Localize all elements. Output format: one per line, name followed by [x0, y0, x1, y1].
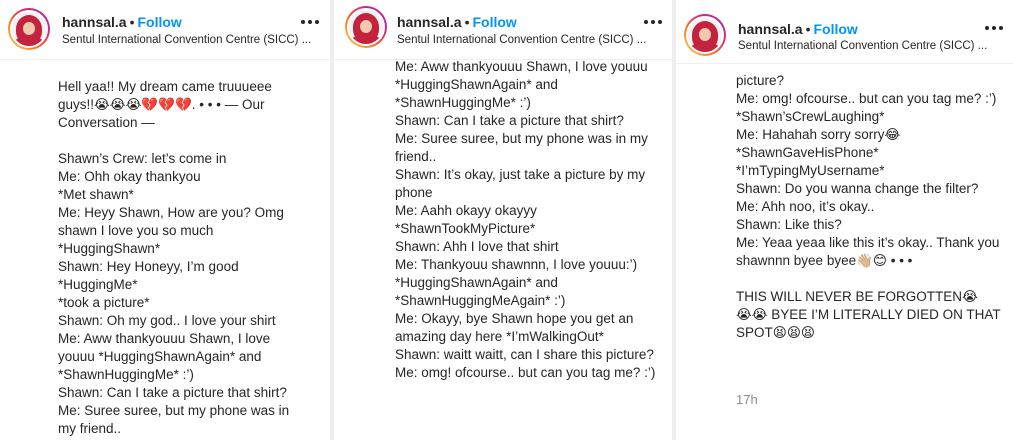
- post-panel-2: Me: Aww thankyouuu Shawn, I love youuu *…: [335, 0, 672, 440]
- user-row: hannsal.a • Follow: [738, 21, 858, 37]
- profile-avatar[interactable]: [684, 14, 726, 56]
- separator-dot: •: [464, 14, 470, 30]
- username-link[interactable]: hannsal.a: [62, 14, 127, 30]
- more-options-icon[interactable]: [985, 26, 1003, 32]
- separator-dot: •: [805, 21, 811, 37]
- follow-button[interactable]: Follow: [473, 14, 517, 30]
- separator-dot: •: [129, 14, 135, 30]
- more-options-icon[interactable]: [301, 20, 319, 26]
- post-header: hannsal.a • Follow Sentul International Co…: [335, 0, 672, 60]
- location-link[interactable]: Sentul International Convention Centre (…: [738, 40, 988, 52]
- post-header: hannsal.a • Follow Sentul International Co…: [0, 0, 329, 60]
- username-link[interactable]: hannsal.a: [397, 14, 462, 30]
- post-header: hannsal.a • Follow Sentul International Co…: [676, 0, 1013, 64]
- post-caption: Hell yaa!! My dream came truuueee guys!!…: [58, 79, 290, 436]
- more-options-icon[interactable]: [644, 20, 662, 26]
- header-divider: [335, 59, 672, 60]
- avatar-image: [10, 10, 48, 48]
- user-row: hannsal.a • Follow: [397, 14, 517, 30]
- location-link[interactable]: Sentul International Convention Centre (…: [62, 34, 312, 46]
- header-divider: [676, 63, 1013, 64]
- header-divider: [0, 59, 329, 60]
- user-row: hannsal.a • Follow: [62, 14, 182, 30]
- avatar-image: [347, 8, 385, 46]
- profile-avatar[interactable]: [345, 6, 387, 48]
- follow-button[interactable]: Follow: [814, 21, 858, 37]
- location-link[interactable]: Sentul International Convention Centre (…: [397, 34, 647, 46]
- profile-avatar[interactable]: [8, 8, 50, 50]
- username-link[interactable]: hannsal.a: [738, 21, 803, 37]
- post-timestamp[interactable]: 17h: [736, 392, 758, 407]
- avatar-image: [686, 16, 724, 54]
- post-caption: picture? Me: omg! ofcourse.. but can you…: [736, 73, 1001, 340]
- post-panel-1: Hell yaa!! My dream came truuueee guys!!…: [0, 0, 329, 440]
- post-caption: Me: Aww thankyouuu Shawn, I love youuu *…: [395, 59, 656, 380]
- follow-button[interactable]: Follow: [138, 14, 182, 30]
- panel-divider: [330, 0, 334, 440]
- post-panel-3: picture? Me: omg! ofcourse.. but can you…: [676, 0, 1013, 440]
